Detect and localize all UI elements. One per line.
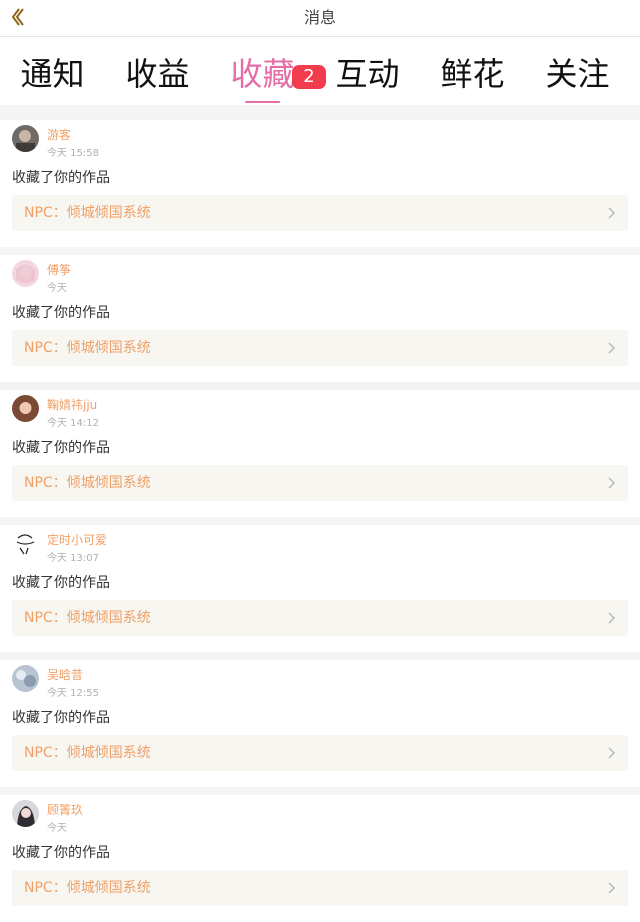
message-tabs: 通知 收益 收藏 互动 鲜花 关注 2: [0, 37, 640, 105]
message-text: 收藏了你的作品: [12, 710, 110, 726]
work-title: NPC：倾城倾国系统: [24, 745, 151, 761]
message-text: 收藏了你的作品: [12, 305, 110, 321]
timestamp: 今天: [47, 283, 67, 294]
avatar[interactable]: [12, 530, 39, 557]
chevron-right-icon: [608, 342, 616, 354]
work-link[interactable]: NPC：倾城倾国系统: [12, 465, 628, 501]
page-title: 消息: [303, 8, 336, 27]
timestamp: 今天 15:58: [47, 148, 99, 159]
avatar[interactable]: [12, 260, 39, 287]
work-title: NPC：倾城倾国系统: [24, 880, 151, 896]
tab-earnings[interactable]: 收益: [105, 37, 210, 105]
favorites-count-badge: 2: [292, 65, 326, 89]
message-text: 收藏了你的作品: [12, 575, 110, 591]
chevron-right-icon: [608, 747, 616, 759]
list-item: 游客 今天 15:58 收藏了你的作品 NPC：倾城倾国系统: [0, 120, 640, 247]
work-title: NPC：倾城倾国系统: [24, 610, 151, 626]
list-item: 傅筝 今天 收藏了你的作品 NPC：倾城倾国系统: [0, 255, 640, 382]
list-item: 鞠婧祎jju 今天 14:12 收藏了你的作品 NPC：倾城倾国系统: [0, 390, 640, 517]
work-link[interactable]: NPC：倾城倾国系统: [12, 330, 628, 366]
timestamp: 今天 12:55: [47, 688, 99, 699]
message-text: 收藏了你的作品: [12, 845, 110, 861]
user-name[interactable]: 顾箐玖: [47, 801, 83, 818]
list-item: 顾箐玖 今天 收藏了你的作品 NPC：倾城倾国系统: [0, 795, 640, 922]
message-text: 收藏了你的作品: [12, 440, 110, 456]
tab-follows[interactable]: 关注: [525, 37, 630, 105]
avatar[interactable]: [12, 800, 39, 827]
work-title: NPC：倾城倾国系统: [24, 475, 151, 491]
work-link[interactable]: NPC：倾城倾国系统: [12, 600, 628, 636]
tab-notifications[interactable]: 通知: [0, 37, 105, 105]
chevron-right-icon: [608, 882, 616, 894]
work-link[interactable]: NPC：倾城倾国系统: [12, 870, 628, 906]
work-title: NPC：倾城倾国系统: [24, 340, 151, 356]
avatar[interactable]: [12, 395, 39, 422]
list-item: 定时小可爱 今天 13:07 收藏了你的作品 NPC：倾城倾国系统: [0, 525, 640, 652]
work-title: NPC：倾城倾国系统: [24, 205, 151, 221]
avatar[interactable]: [12, 125, 39, 152]
chevron-right-icon: [608, 477, 616, 489]
timestamp: 今天 13:07: [47, 553, 99, 564]
chevron-right-icon: [608, 612, 616, 624]
list-item: 吴晗昔 今天 12:55 收藏了你的作品 NPC：倾城倾国系统: [0, 660, 640, 787]
user-name[interactable]: 傅筝: [47, 261, 71, 278]
timestamp: 今天: [47, 823, 67, 834]
user-name[interactable]: 鞠婧祎jju: [47, 396, 97, 413]
tab-favorites-label: 收藏: [230, 55, 295, 93]
chevron-right-icon: [608, 207, 616, 219]
favorites-list: 游客 今天 15:58 收藏了你的作品 NPC：倾城倾国系统 傅筝 今天 收藏了…: [0, 120, 640, 922]
user-name[interactable]: 吴晗昔: [47, 666, 83, 683]
tab-flowers[interactable]: 鲜花: [420, 37, 525, 105]
avatar[interactable]: [12, 665, 39, 692]
active-tab-indicator: [245, 101, 280, 103]
tab-interactions[interactable]: 互动: [315, 37, 420, 105]
timestamp: 今天 14:12: [47, 418, 99, 429]
work-link[interactable]: NPC：倾城倾国系统: [12, 735, 628, 771]
user-name[interactable]: 定时小可爱: [47, 531, 107, 548]
user-name[interactable]: 游客: [47, 126, 71, 143]
work-link[interactable]: NPC：倾城倾国系统: [12, 195, 628, 231]
top-bar: 消息: [0, 0, 640, 37]
message-text: 收藏了你的作品: [12, 170, 110, 186]
